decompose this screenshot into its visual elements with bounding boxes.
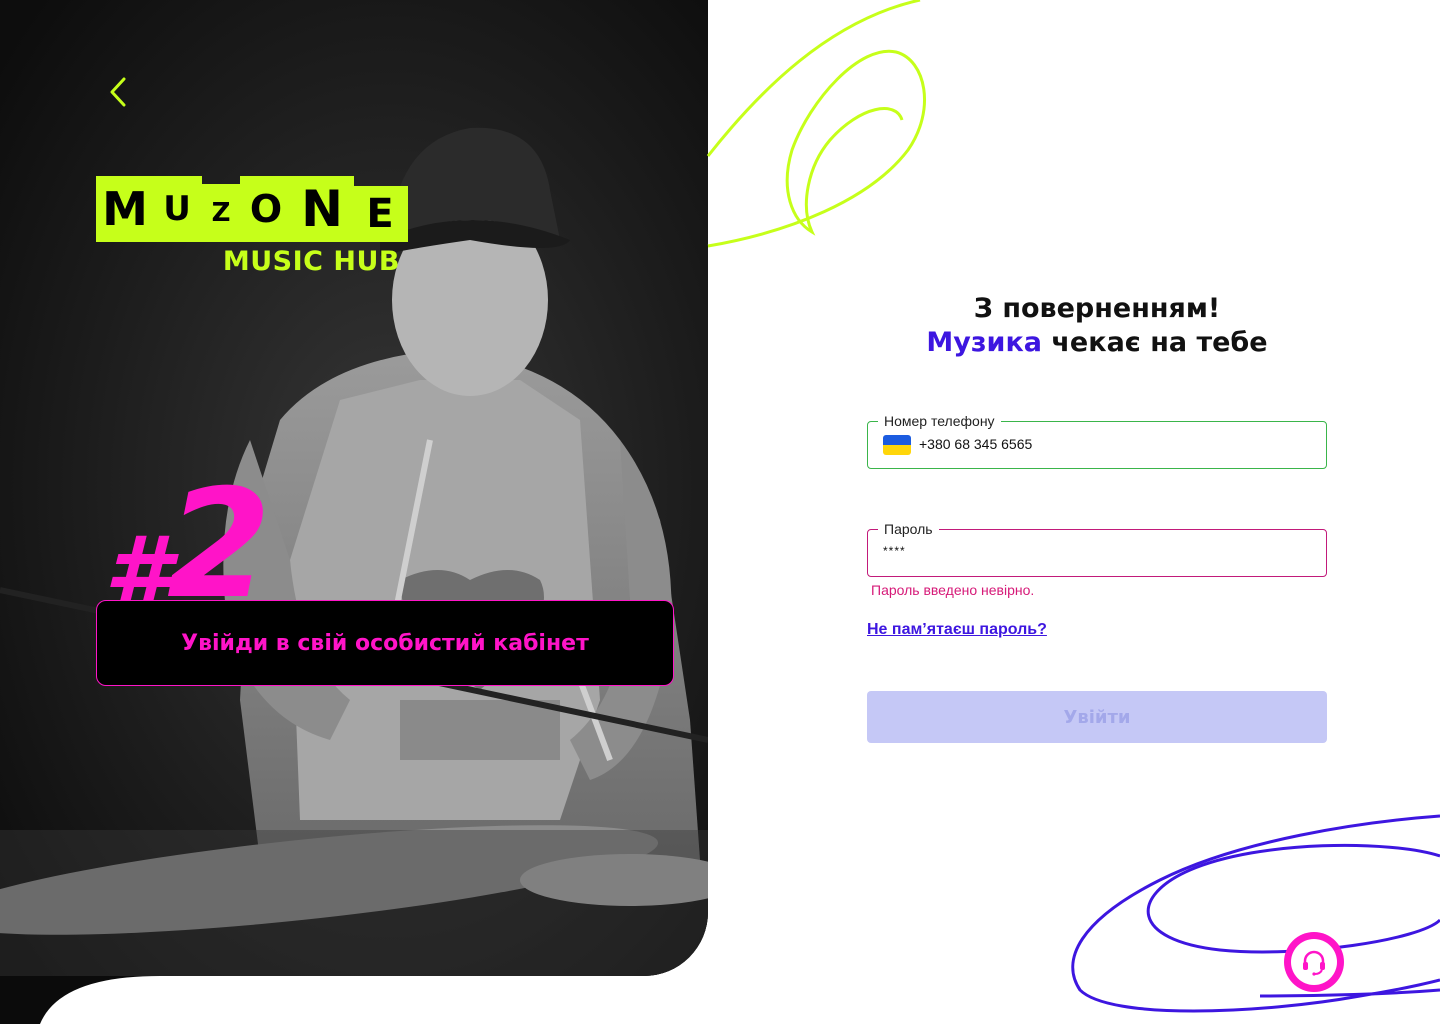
welcome-line-2: Музика чекає на тебе [867,326,1327,360]
phone-input[interactable]: +380 68 345 6565 [919,436,1032,452]
ukraine-flag-icon [883,435,911,455]
support-button[interactable] [1284,932,1344,992]
password-field-label: Пароль [878,520,939,538]
headset-icon [1303,950,1325,976]
logo-subtitle: MUSIC HUB [222,246,400,277]
promo-text: Увійди в свій особистий кабінет [181,630,589,656]
promo-banner: Увійди в свій особистий кабінет [96,600,674,686]
chevron-left-icon [110,77,126,107]
logo-letter: Z [200,184,242,242]
back-button[interactable] [104,76,132,108]
login-button[interactable]: Увійти [867,691,1327,743]
muzone-logo: M U Z O N E MUSIC HUB [96,176,416,286]
welcome-accent: Музика [926,327,1042,358]
rank-number: 2 [166,458,271,632]
password-field[interactable]: Пароль **** [867,520,1327,577]
blue-scribble-decor [1071,814,1440,1013]
support-button-inner [1291,939,1337,985]
logo-letter: U [152,176,202,242]
phone-field-label: Номер телефону [878,412,1001,430]
phone-field[interactable]: Номер телефону +380 68 345 6565 [867,412,1327,469]
password-error-text: Пароль введено невірно. [871,582,1035,598]
lime-scribble-decor [706,0,927,248]
password-input[interactable]: **** [883,544,906,558]
logo-letter: N [290,176,354,242]
logo-letter: M [96,176,154,242]
hero-panel: M U Z O N E MUSIC HUB # 2 Увійди в свій … [0,0,708,976]
logo-letter: O [240,176,292,242]
welcome-heading: З поверненням! Музика чекає на тебе [867,292,1327,360]
welcome-rest: чекає на тебе [1042,327,1268,358]
welcome-line-1: З поверненням! [973,293,1221,324]
rank-badge: # 2 [104,458,271,632]
logo-letter: E [352,186,408,242]
panel-corner-decor [0,976,160,1024]
forgot-password-link[interactable]: Не пам’ятаєш пароль? [867,621,1047,639]
